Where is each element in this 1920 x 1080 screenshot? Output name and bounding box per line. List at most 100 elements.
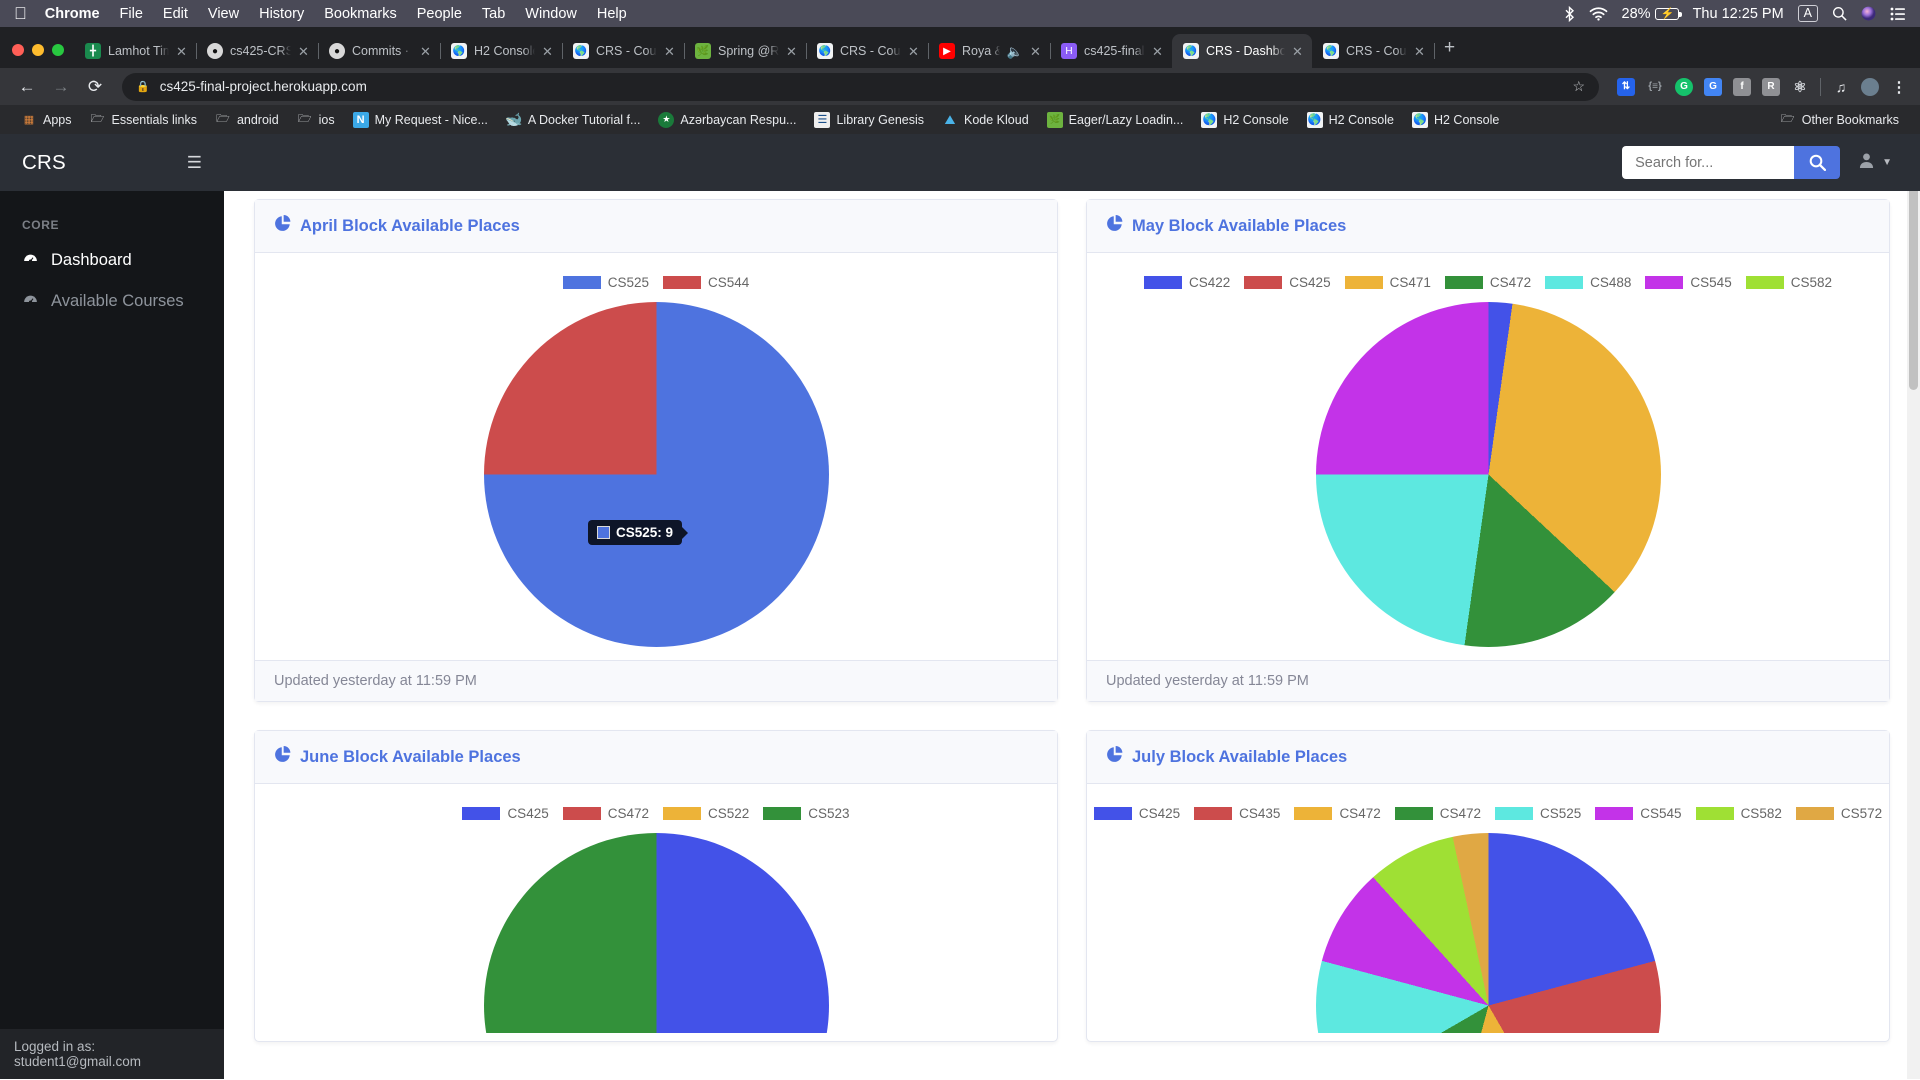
legend-item[interactable]: CS425: [1094, 806, 1180, 821]
react-dev-icon[interactable]: R: [1762, 78, 1780, 96]
forward-arrow-icon[interactable]: →: [46, 77, 76, 97]
bookmark-h2-console-2[interactable]: 🌎 H2 Console: [1298, 112, 1403, 128]
maximize-window-button[interactable]: [52, 44, 64, 56]
legend-item[interactable]: CS544: [663, 275, 749, 290]
menu-item-history[interactable]: History: [259, 6, 304, 22]
browser-tab-5[interactable]: 🌎 CRS - Courses ✕: [562, 34, 684, 68]
pie-chart-july[interactable]: [1109, 833, 1867, 1033]
bookmark-h2-console-1[interactable]: 🌎 H2 Console: [1192, 112, 1297, 128]
legend-item[interactable]: CS472: [563, 806, 649, 821]
grammarly-icon[interactable]: G: [1675, 78, 1693, 96]
legend-item[interactable]: CS572: [1796, 806, 1882, 821]
other-bookmarks-button[interactable]: 🗁 Other Bookmarks: [1771, 112, 1908, 128]
close-tab-button[interactable]: ✕: [176, 45, 190, 58]
browser-tab-8[interactable]: ▶ Roya & Rizvan 🔈 ✕: [928, 34, 1050, 68]
wifi-icon[interactable]: [1589, 7, 1608, 21]
reading-list-icon[interactable]: ♫: [1832, 78, 1850, 96]
menu-item-file[interactable]: File: [120, 6, 143, 22]
pie-chart-may[interactable]: [1109, 302, 1867, 652]
battery-status[interactable]: 28% ⚡: [1622, 6, 1679, 22]
browser-tab-2[interactable]: ● cs425-CRS/VOPO ✕: [196, 34, 318, 68]
bluetooth-icon[interactable]: [1564, 6, 1575, 22]
browser-tab-4[interactable]: 🌎 H2 Console ✕: [440, 34, 562, 68]
legend-item[interactable]: CS472: [1395, 806, 1481, 821]
legend-item[interactable]: CS471: [1345, 275, 1431, 290]
legend-item[interactable]: CS488: [1545, 275, 1631, 290]
close-tab-button[interactable]: ✕: [1030, 45, 1044, 58]
bookmark-library-genesis[interactable]: ☰ Library Genesis: [805, 112, 933, 128]
bookmark-android[interactable]: 🗁 android: [206, 112, 288, 128]
profile-avatar[interactable]: [1861, 78, 1879, 96]
facebook-icon[interactable]: f: [1733, 78, 1751, 96]
legend-item[interactable]: CS545: [1645, 275, 1731, 290]
address-bar[interactable]: 🔒 cs425-final-project.herokuapp.com ☆: [122, 73, 1599, 101]
bookmark-kode-kloud[interactable]: ⛰ Kode Kloud: [933, 112, 1038, 128]
pie-chart-june[interactable]: [277, 833, 1035, 1033]
menu-item-help[interactable]: Help: [597, 6, 627, 22]
menu-item-window[interactable]: Window: [525, 6, 577, 22]
control-center-icon[interactable]: [1890, 7, 1906, 21]
menu-item-edit[interactable]: Edit: [163, 6, 188, 22]
pie-chart-april[interactable]: CS525: 9: [277, 302, 1035, 652]
bookmark-essentials-links[interactable]: 🗁 Essentials links: [81, 112, 206, 128]
sidebar-item-dashboard[interactable]: Dashboard: [0, 240, 224, 281]
legend-item[interactable]: CS582: [1746, 275, 1832, 290]
legend-item[interactable]: CS525: [563, 275, 649, 290]
menu-item-chrome[interactable]: Chrome: [45, 6, 100, 22]
browser-tab-1[interactable]: ╋ Lamhot Timesheet ✕: [74, 34, 196, 68]
close-tab-button[interactable]: ✕: [1414, 45, 1428, 58]
scrollbar-thumb[interactable]: [1909, 158, 1918, 390]
bookmark-docker-tutorial[interactable]: 🐋 A Docker Tutorial f...: [497, 112, 650, 128]
search-button[interactable]: [1794, 146, 1840, 179]
legend-item[interactable]: CS523: [763, 806, 849, 821]
siri-icon[interactable]: [1861, 6, 1876, 21]
page-scrollbar[interactable]: [1907, 134, 1920, 1079]
new-tab-button[interactable]: +: [1434, 37, 1465, 68]
back-arrow-icon[interactable]: ←: [12, 77, 42, 97]
search-input[interactable]: [1622, 146, 1794, 179]
menu-item-view[interactable]: View: [208, 6, 239, 22]
legend-item[interactable]: CS435: [1194, 806, 1280, 821]
menu-item-bookmarks[interactable]: Bookmarks: [324, 6, 397, 22]
legend-item[interactable]: CS425: [1244, 275, 1330, 290]
menu-bar-clock[interactable]: Thu 12:25 PM: [1693, 6, 1784, 22]
legend-item[interactable]: CS582: [1696, 806, 1782, 821]
close-window-button[interactable]: [12, 44, 24, 56]
google-translate-icon[interactable]: G: [1704, 78, 1722, 96]
close-tab-button[interactable]: ✕: [664, 45, 678, 58]
browser-tab-11[interactable]: 🌎 CRS - Courses ✕: [1312, 34, 1434, 68]
close-tab-button[interactable]: ✕: [1292, 45, 1306, 58]
input-source-icon[interactable]: A: [1798, 5, 1818, 22]
bookmark-azerbaycan[interactable]: ★ Azərbaycan Respu...: [649, 112, 805, 128]
hamburger-icon[interactable]: ☰: [187, 153, 202, 173]
bookmark-ios[interactable]: 🗁 ios: [288, 112, 344, 128]
legend-item[interactable]: CS545: [1595, 806, 1681, 821]
legend-item[interactable]: CS522: [663, 806, 749, 821]
kebab-menu-icon[interactable]: ⋮: [1890, 78, 1908, 96]
browser-tab-6[interactable]: 🌿 Spring @RequestM ✕: [684, 34, 806, 68]
close-tab-button[interactable]: ✕: [420, 45, 434, 58]
bookmark-my-request[interactable]: N My Request - Nice...: [344, 112, 497, 128]
close-tab-button[interactable]: ✕: [786, 45, 800, 58]
legend-item[interactable]: CS425: [462, 806, 548, 821]
apple-logo-icon[interactable]: : [14, 5, 27, 22]
close-tab-button[interactable]: ✕: [908, 45, 922, 58]
sidebar-item-available-courses[interactable]: Available Courses: [0, 281, 224, 322]
browser-tab-9[interactable]: H cs425-final-proje ✕: [1050, 34, 1172, 68]
minimize-window-button[interactable]: [32, 44, 44, 56]
extension-icon[interactable]: ⇅: [1617, 78, 1635, 96]
reload-icon[interactable]: ⟳: [80, 77, 110, 97]
legend-item[interactable]: CS472: [1445, 275, 1531, 290]
close-tab-button[interactable]: ✕: [298, 45, 312, 58]
search-box[interactable]: [1622, 146, 1840, 179]
menu-item-tab[interactable]: Tab: [482, 6, 505, 22]
close-tab-button[interactable]: ✕: [542, 45, 556, 58]
bookmark-h2-console-3[interactable]: 🌎 H2 Console: [1403, 112, 1508, 128]
tab-audio-icon[interactable]: 🔈: [1007, 45, 1023, 58]
legend-item[interactable]: CS472: [1294, 806, 1380, 821]
app-brand-title[interactable]: CRS: [22, 151, 66, 175]
browser-tab-3[interactable]: ● Commits · muradi ✕: [318, 34, 440, 68]
close-tab-button[interactable]: ✕: [1152, 45, 1166, 58]
legend-item[interactable]: CS422: [1144, 275, 1230, 290]
browser-tab-active-crs-dashboard[interactable]: 🌎 CRS - Dashboard ✕: [1172, 34, 1312, 68]
